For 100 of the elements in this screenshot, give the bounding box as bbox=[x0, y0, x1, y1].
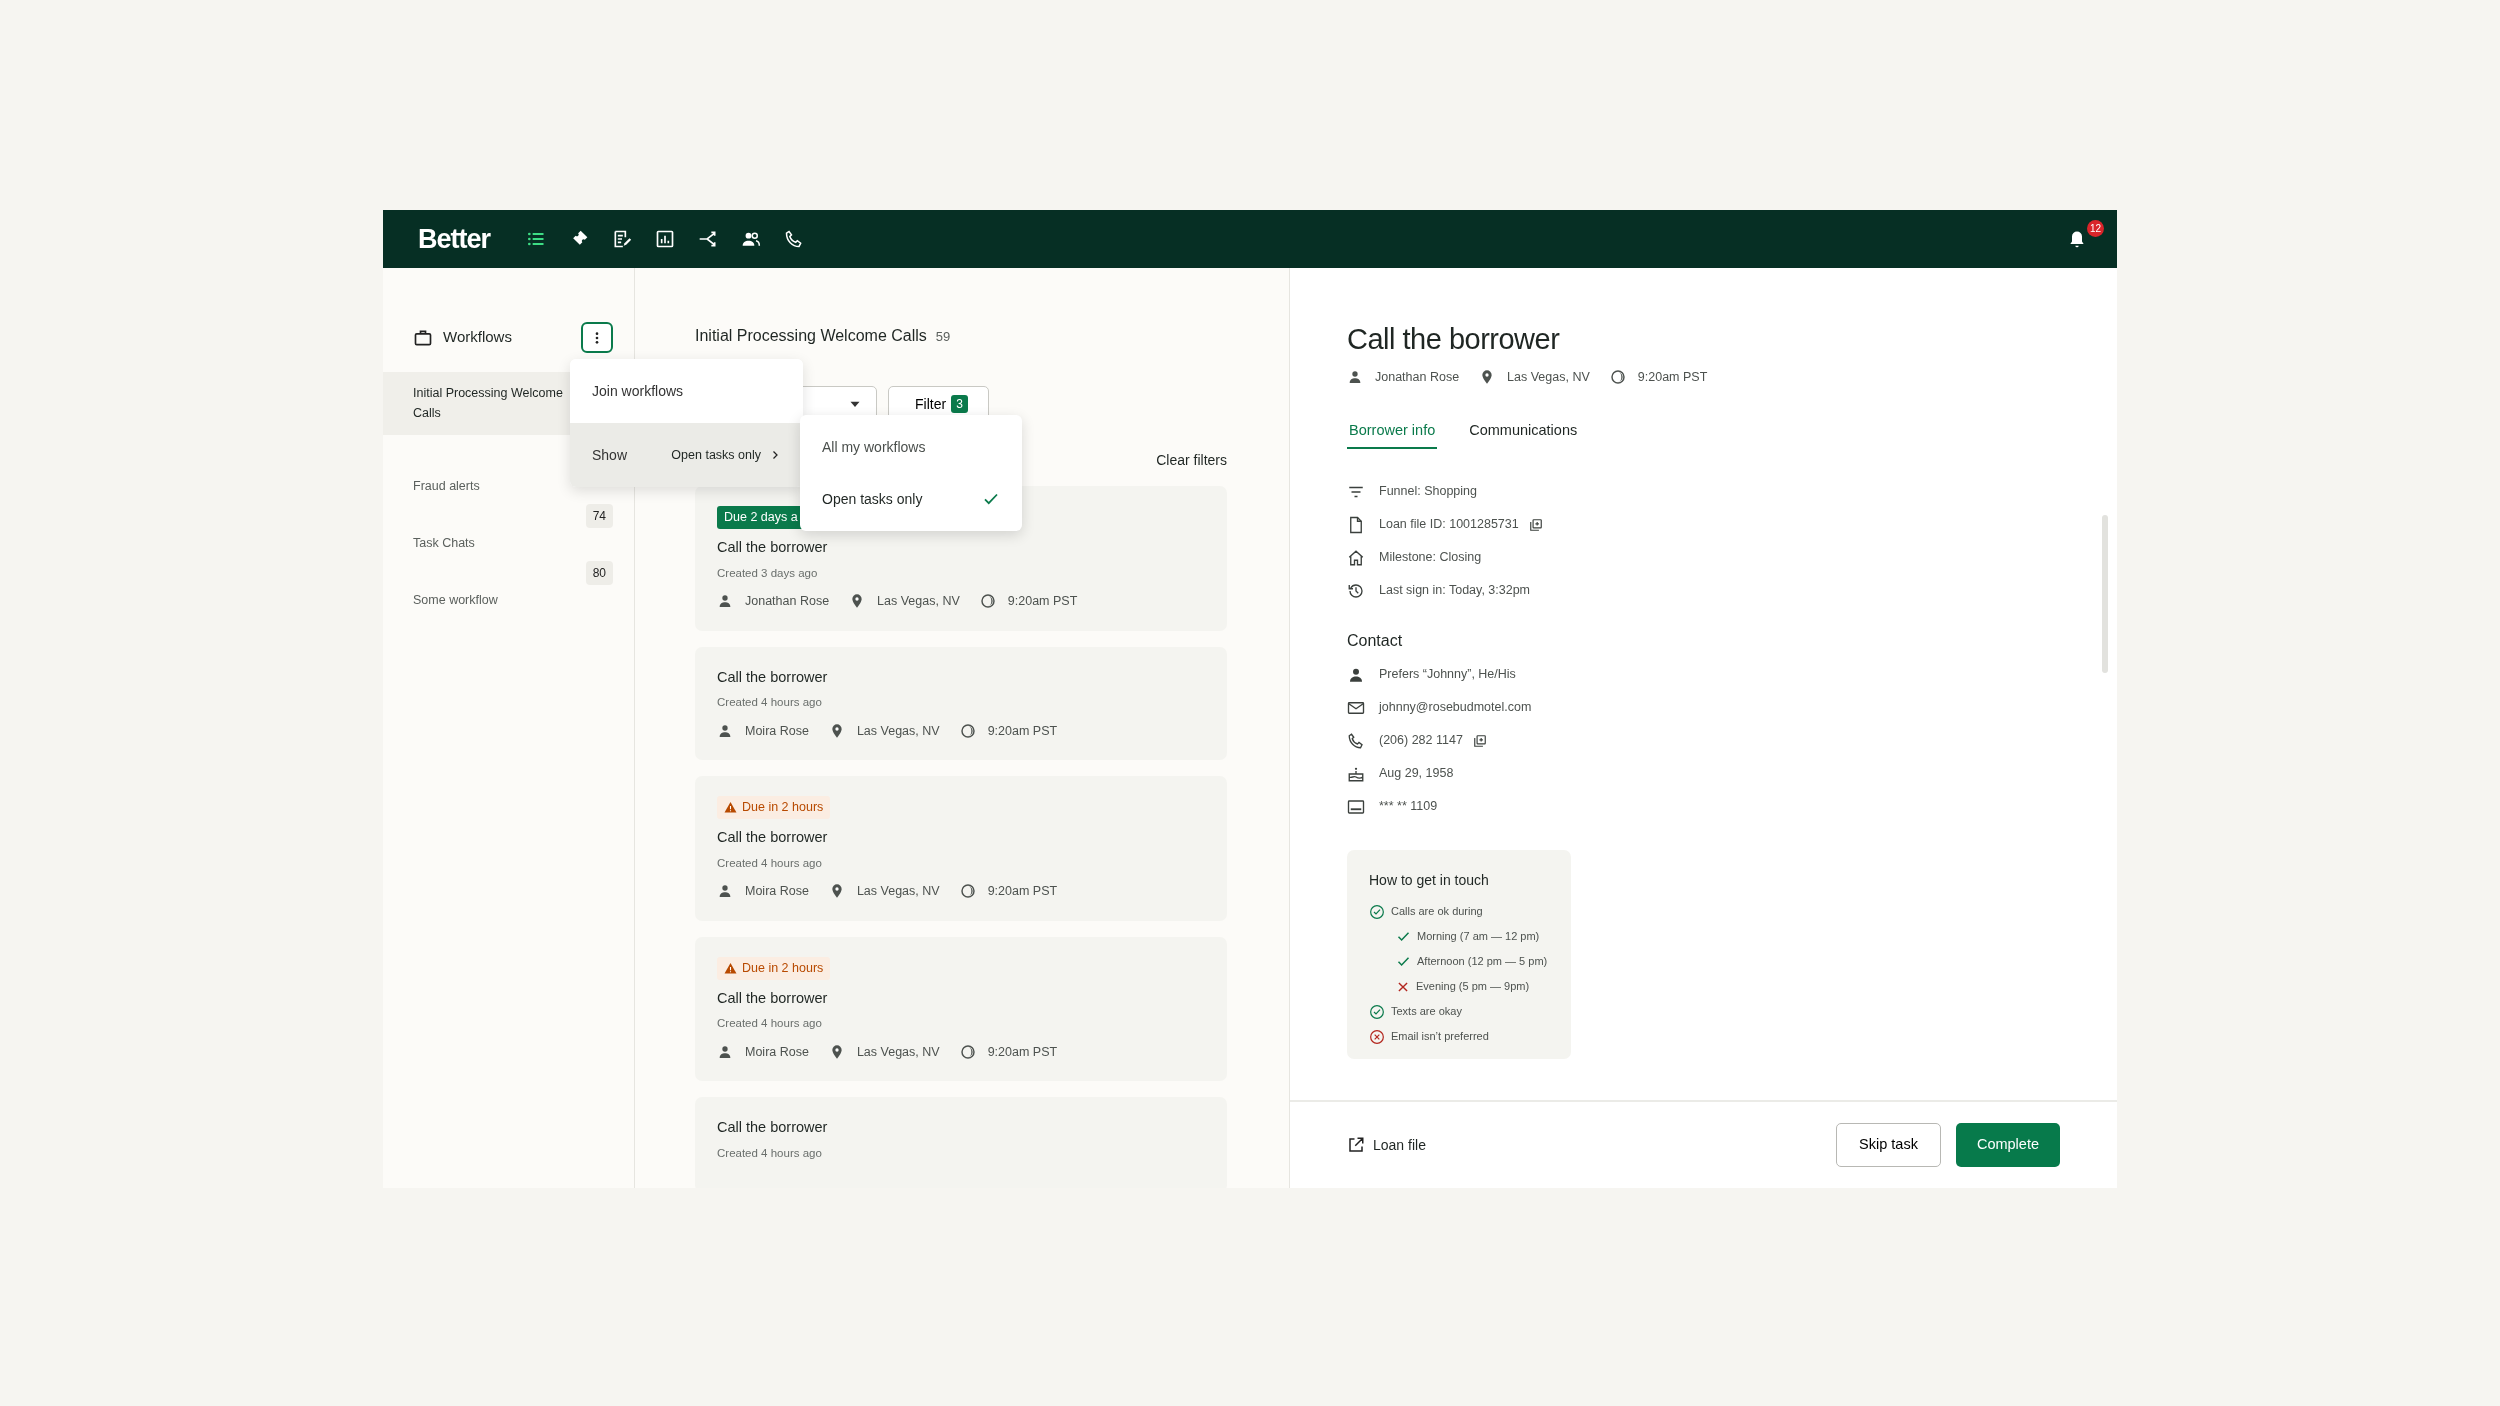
cross-circle-icon bbox=[1369, 1028, 1385, 1045]
filter-count: 3 bbox=[951, 395, 968, 413]
count-badge: 74 bbox=[585, 504, 613, 528]
person-name: Jonathan Rose bbox=[1375, 368, 1460, 386]
location: Las Vegas, NV bbox=[1507, 368, 1590, 386]
menu-option[interactable]: Open tasks only bbox=[800, 473, 1022, 525]
history-icon bbox=[1347, 581, 1365, 600]
preference-text: Morning (7 am — 12 pm) bbox=[1417, 929, 1540, 945]
menu-option[interactable]: All my workflows bbox=[800, 421, 1022, 473]
warning-icon bbox=[724, 961, 737, 975]
complete-button[interactable]: Complete bbox=[1955, 1123, 2060, 1167]
local-time: 9:20am PST bbox=[1007, 592, 1078, 610]
skip-button[interactable]: Skip task bbox=[1836, 1123, 1941, 1167]
local-time: 9:20am PST bbox=[987, 1043, 1058, 1061]
info-text: Last sign in: Today, 3:32pm bbox=[1379, 582, 1531, 600]
person-name: Moira Rose bbox=[745, 1043, 809, 1061]
task-count: 59 bbox=[935, 328, 951, 346]
person-name: Moira Rose bbox=[745, 883, 809, 900]
preference-text: Calls are ok during bbox=[1391, 904, 1483, 920]
info-text: (206) 282 1147 bbox=[1379, 732, 1463, 750]
preference-text: Afternoon (12 pm — 5 pm) bbox=[1417, 954, 1548, 970]
section-heading: Contact bbox=[1347, 631, 1404, 651]
half-circle-icon bbox=[959, 1043, 976, 1060]
created-time: Created 3 days ago bbox=[717, 565, 819, 581]
task-heading: Call the borrower bbox=[1347, 322, 1561, 357]
clear-filters-link[interactable]: Clear filters bbox=[1156, 450, 1227, 471]
preference-text: Texts are okay bbox=[1391, 1004, 1462, 1020]
half-circle-icon bbox=[1609, 368, 1626, 385]
house-icon bbox=[1347, 548, 1365, 567]
due-text: Due in 2 hours bbox=[742, 959, 824, 977]
loan-file-link[interactable]: Loan file bbox=[1347, 1134, 1426, 1156]
warning-icon bbox=[724, 801, 737, 815]
preference-text: Evening (5 pm — 9pm) bbox=[1416, 979, 1530, 995]
card-title: How to get in touch bbox=[1369, 871, 1490, 890]
preference-text: Email isn’t preferred bbox=[1391, 1029, 1489, 1045]
scrollbar-thumb[interactable] bbox=[2102, 515, 2108, 673]
task-title: Call the borrower bbox=[717, 988, 829, 1008]
notification-count: 12 bbox=[2086, 220, 2104, 237]
person-icon bbox=[717, 593, 733, 610]
half-circle-icon bbox=[979, 593, 996, 610]
task-card[interactable]: Call the borrower Created 4 hours ago Moira Rose Las Vegas, NV 9:20am PST bbox=[695, 646, 1227, 761]
created-time: Created 4 hours ago bbox=[717, 1146, 823, 1161]
menu-item[interactable]: Join workflows bbox=[570, 359, 803, 423]
tab[interactable]: Borrower info bbox=[1347, 420, 1438, 449]
task-title: Call the borrower bbox=[717, 667, 829, 687]
copy-icon bbox=[1472, 733, 1487, 748]
half-circle-icon bbox=[959, 722, 976, 739]
person-icon bbox=[717, 1043, 733, 1060]
copy-button[interactable] bbox=[1472, 733, 1487, 748]
info-text: johnny@rosebudmotel.com bbox=[1379, 699, 1532, 717]
person-icon bbox=[717, 883, 733, 900]
sidebar-item[interactable]: Task Chats bbox=[383, 533, 634, 553]
info-text: *** ** 1109 bbox=[1379, 798, 1438, 816]
location: Las Vegas, NV bbox=[856, 722, 940, 740]
location: Las Vegas, NV bbox=[877, 592, 960, 610]
due-text: Due 2 days a bbox=[724, 509, 798, 526]
more-button[interactable] bbox=[581, 322, 613, 353]
task-card[interactable]: Due in 2 hours Call the borrower Created 4 hours ago Moira Rose Las Vegas, NV 9:20am PST bbox=[695, 936, 1227, 1082]
people-icon bbox=[740, 229, 761, 249]
created-time: Created 4 hours ago bbox=[717, 1016, 823, 1032]
info-text: Funnel: Shopping bbox=[1379, 483, 1477, 501]
check-circle-icon bbox=[1369, 1003, 1385, 1020]
created-time: Created 4 hours ago bbox=[717, 695, 823, 711]
count-badge: 80 bbox=[585, 561, 613, 585]
info-text: Aug 29, 1958 bbox=[1379, 765, 1454, 783]
menu-value: Open tasks only bbox=[671, 446, 761, 464]
location: Las Vegas, NV bbox=[856, 883, 940, 900]
location: Las Vegas, NV bbox=[856, 1043, 940, 1061]
person-name: Jonathan Rose bbox=[745, 592, 830, 610]
info-text: Milestone: Closing bbox=[1379, 549, 1482, 567]
copy-icon bbox=[1528, 517, 1543, 532]
phone-icon bbox=[783, 229, 804, 249]
logo[interactable]: Better bbox=[418, 218, 491, 260]
person-icon bbox=[717, 722, 733, 739]
cross-icon bbox=[1396, 979, 1410, 994]
tab[interactable]: Communications bbox=[1467, 420, 1580, 449]
file-icon bbox=[1347, 515, 1365, 534]
local-time: 9:20am PST bbox=[987, 883, 1058, 900]
local-time: 9:20am PST bbox=[1637, 368, 1708, 386]
person-name: Moira Rose bbox=[745, 722, 809, 740]
created-time: Created 4 hours ago bbox=[717, 855, 823, 871]
person-icon bbox=[1347, 368, 1363, 385]
info-text: Loan file ID: 1001285731 bbox=[1379, 516, 1519, 534]
task-title: Call the borrower bbox=[717, 537, 829, 557]
list-title: Initial Processing Welcome Calls bbox=[695, 326, 927, 346]
due-text: Due in 2 hours bbox=[742, 799, 824, 817]
sidebar-item[interactable]: Some workflow bbox=[383, 590, 634, 610]
task-title: Call the borrower bbox=[717, 828, 829, 847]
local-time: 9:20am PST bbox=[987, 722, 1058, 740]
task-title: Call the borrower bbox=[717, 1118, 829, 1138]
phone-icon bbox=[1347, 731, 1365, 750]
task-card[interactable]: Due in 2 hours Call the borrower Created 4 hours ago Moira Rose Las Vegas, NV 9:20am PST bbox=[695, 776, 1227, 921]
external-link-icon bbox=[1347, 1136, 1365, 1154]
copy-button[interactable] bbox=[1528, 517, 1543, 532]
shuffle-icon bbox=[697, 229, 718, 249]
menu-item[interactable]: Show Open tasks only bbox=[570, 423, 803, 487]
card-icon bbox=[1347, 797, 1365, 816]
task-card[interactable]: Call the borrower Created 4 hours ago bbox=[695, 1097, 1227, 1188]
check-circle-icon bbox=[1369, 903, 1385, 920]
bar-chart-icon bbox=[654, 229, 675, 249]
